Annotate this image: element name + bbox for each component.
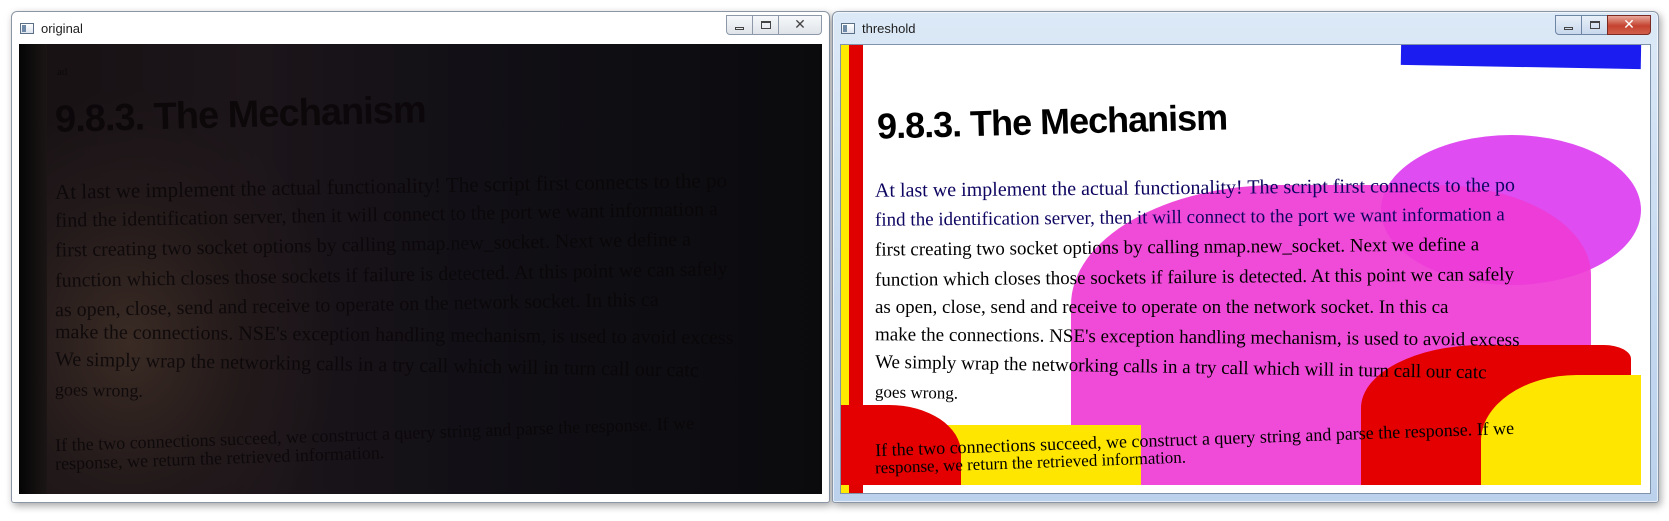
text-line: find the identification server, then it … — [54, 198, 719, 232]
text-line: as open, close, send and receive to oper… — [54, 288, 659, 322]
original-window[interactable]: original ✕ ad 9.8.3. The Mechanism At la… — [11, 11, 830, 503]
window-app-icon — [841, 23, 855, 34]
maximize-icon — [760, 21, 771, 29]
minimize-icon — [735, 26, 744, 30]
minimize-icon — [1564, 26, 1573, 30]
window-app-icon — [20, 23, 34, 34]
original-image: ad 9.8.3. The Mechanism At last we imple… — [19, 44, 822, 494]
close-icon: ✕ — [1623, 17, 1635, 33]
close-icon: ✕ — [794, 17, 806, 33]
minimize-button[interactable] — [726, 15, 753, 35]
minimize-button[interactable] — [1555, 15, 1582, 35]
text-line: goes wrong. — [54, 379, 144, 401]
window-title: threshold — [862, 21, 916, 36]
text-line: as open, close, send and receive to oper… — [875, 297, 1449, 318]
close-button[interactable]: ✕ — [778, 15, 822, 35]
text-line: make the connections. NSE's exception ha… — [874, 324, 1520, 351]
text-line: first creating two socket options by cal… — [54, 228, 692, 262]
text-line: We simply wrap the networking calls in a… — [54, 348, 699, 382]
text-line: first creating two socket options by cal… — [874, 234, 1480, 261]
maximize-icon — [1589, 21, 1600, 29]
heading: 9.8.3. The Mechanism — [54, 89, 427, 141]
maximize-button[interactable] — [752, 15, 779, 35]
maximize-button[interactable] — [1581, 15, 1608, 35]
original-titlebar[interactable]: original ✕ — [12, 12, 829, 44]
text-line: function which closes those sockets if f… — [54, 258, 728, 292]
page-mark: ad — [57, 66, 68, 78]
threshold-window[interactable]: threshold ✕ 9.8.3. The Mechanism At last… — [832, 11, 1659, 503]
window-controls: ✕ — [1555, 15, 1651, 35]
original-page-text: ad 9.8.3. The Mechanism At last we imple… — [19, 44, 822, 494]
text-line: At last we implement the actual function… — [874, 174, 1516, 202]
threshold-titlebar[interactable]: threshold ✕ — [833, 12, 1658, 44]
threshold-page-text: 9.8.3. The Mechanism At last we implemen… — [841, 45, 1650, 493]
heading: 9.8.3. The Mechanism — [876, 96, 1228, 147]
window-controls: ✕ — [726, 15, 822, 35]
text-line: function which closes those sockets if f… — [874, 264, 1515, 291]
text-line: We simply wrap the networking calls in a… — [874, 351, 1487, 384]
text-line: find the identification server, then it … — [874, 204, 1505, 231]
text-line: goes wrong. — [874, 382, 959, 403]
threshold-image: 9.8.3. The Mechanism At last we implemen… — [840, 44, 1651, 494]
text-line: make the connections. NSE's exception ha… — [54, 321, 734, 349]
window-title: original — [41, 21, 83, 36]
close-button[interactable]: ✕ — [1607, 15, 1651, 35]
